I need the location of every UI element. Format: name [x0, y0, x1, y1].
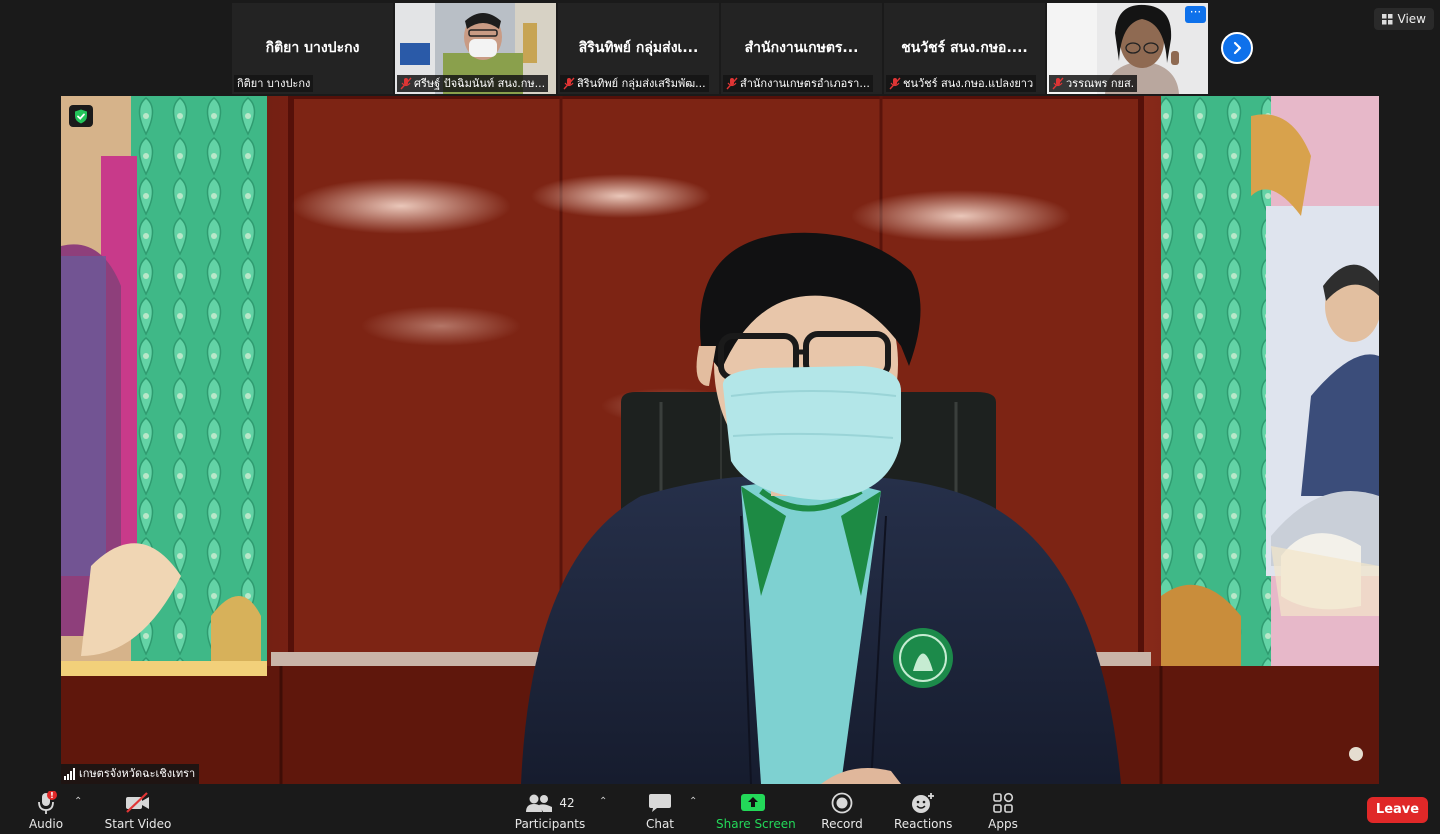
participant-display-name: ชนวัชร์ สนง.กษอ.... — [901, 40, 1028, 56]
encryption-shield-icon[interactable] — [69, 105, 93, 127]
participant-tile[interactable]: สำนักงานเกษตร... สำนักงานเกษตรอำเภอรา... — [721, 3, 882, 94]
participant-tile[interactable]: ชนวัชร์ สนง.กษอ.... ชนวัชร์ สนง.กษอ.แปลง… — [884, 3, 1045, 94]
participant-display-name: สิรินทิพย์ กลุ่มส่งเ... — [578, 40, 699, 56]
leave-meeting-button[interactable]: Leave — [1367, 797, 1428, 823]
participant-tile[interactable]: สิรินทิพย์ กลุ่มส่งเ... สิรินทิพย์ กลุ่ม… — [558, 3, 719, 94]
participants-label: Participants — [514, 817, 586, 831]
active-speaker-video[interactable]: เกษตรจังหวัดฉะเชิงเทรา — [61, 96, 1379, 784]
record-button[interactable]: Record — [820, 790, 864, 831]
muted-mic-icon — [726, 77, 738, 90]
participant-tile[interactable]: ศรีษฐ์ ปัจฉิมนันท์ สนง.กษ... — [395, 3, 556, 94]
participant-name: วรรณพร กยส. — [1066, 77, 1135, 90]
participants-icon — [526, 794, 553, 812]
participant-name: สิรินทิพย์ กลุ่มส่งเสริมพัฒ... — [577, 77, 706, 90]
muted-mic-icon — [889, 77, 901, 90]
participant-name-tag: กิติยา บางปะกง — [234, 75, 314, 92]
reactions-smiley-icon — [912, 793, 934, 813]
share-screen-button[interactable]: Share Screen — [716, 790, 796, 831]
audio-label: Audio — [28, 817, 64, 831]
share-screen-icon — [741, 794, 765, 811]
chat-label: Chat — [645, 817, 675, 831]
participant-display-name: สำนักงานเกษตร... — [744, 40, 859, 56]
grid-view-icon — [1381, 13, 1393, 24]
gallery-next-page-button[interactable] — [1221, 32, 1253, 64]
chat-bubble-icon — [649, 794, 671, 812]
muted-mic-icon — [563, 77, 575, 90]
participants-count: 42 — [559, 796, 575, 810]
participant-name-tag: สำนักงานเกษตรอำเภอรา... — [723, 75, 873, 92]
microphone-icon: ! — [38, 791, 57, 814]
record-icon — [831, 792, 853, 814]
audio-button[interactable]: ! Audio — [26, 790, 66, 831]
participant-tile[interactable]: กิติยา บางปะกง กิติยา บางปะกง — [232, 3, 393, 94]
view-button[interactable]: View — [1373, 8, 1434, 30]
shield-check-icon — [75, 109, 87, 123]
speaker-video-frame — [61, 96, 1379, 784]
chat-button[interactable]: Chat — [640, 790, 680, 831]
gallery-strip: กิติยา บางปะกง กิติยา บางปะกง ศรีษฐ์ ปัจ… — [232, 3, 1208, 94]
chevron-right-icon — [1233, 41, 1242, 55]
participant-name-tag: ศรีษฐ์ ปัจฉิมนันท์ สนง.กษ... — [397, 75, 549, 92]
active-speaker-name: เกษตรจังหวัดฉะเชิงเทรา — [79, 767, 196, 780]
active-speaker-name-tag: เกษตรจังหวัดฉะเชิงเทรา — [61, 764, 200, 784]
start-video-button[interactable]: Start Video — [103, 790, 173, 831]
more-options-button[interactable]: ··· — [1185, 6, 1206, 23]
participant-tile[interactable]: ··· วรรณพร กยส. — [1047, 3, 1208, 94]
share-screen-label: Share Screen — [716, 817, 796, 831]
participant-name: ศรีษฐ์ ปัจฉิมนันท์ สนง.กษ... — [414, 77, 546, 90]
participant-name-tag: สิรินทิพย์ กลุ่มส่งเสริมพัฒ... — [560, 75, 709, 92]
muted-mic-icon — [400, 77, 412, 90]
participants-button[interactable]: 42 Participants — [514, 790, 586, 831]
video-camera-off-icon — [126, 792, 149, 813]
participant-name-tag: ชนวัชร์ สนง.กษอ.แปลงยาว — [886, 75, 1037, 92]
participant-name: ชนวัชร์ สนง.กษอ.แปลงยาว — [903, 77, 1034, 90]
meeting-toolbar: ! Audio ⌃ Start Video 42 Participants ⌃ … — [0, 784, 1440, 834]
svg-text:!: ! — [50, 791, 54, 800]
participants-options-caret[interactable]: ⌃ — [599, 796, 607, 807]
participant-display-name: กิติยา บางปะกง — [265, 40, 360, 56]
participant-name: สำนักงานเกษตรอำเภอรา... — [740, 77, 870, 90]
apps-label: Apps — [988, 817, 1018, 831]
muted-mic-icon — [1052, 77, 1064, 90]
audio-options-caret[interactable]: ⌃ — [74, 796, 82, 807]
view-label: View — [1397, 12, 1426, 26]
apps-button[interactable]: Apps — [984, 790, 1022, 831]
start-video-label: Start Video — [104, 817, 172, 831]
signal-strength-icon — [64, 768, 75, 780]
record-label: Record — [821, 817, 863, 831]
participant-name: กิติยา บางปะกง — [237, 77, 311, 90]
reactions-button[interactable]: Reactions — [894, 790, 952, 831]
chat-options-caret[interactable]: ⌃ — [689, 796, 697, 807]
apps-icon — [993, 792, 1014, 813]
reactions-label: Reactions — [894, 817, 953, 831]
participant-name-tag: วรรณพร กยส. — [1049, 75, 1138, 92]
